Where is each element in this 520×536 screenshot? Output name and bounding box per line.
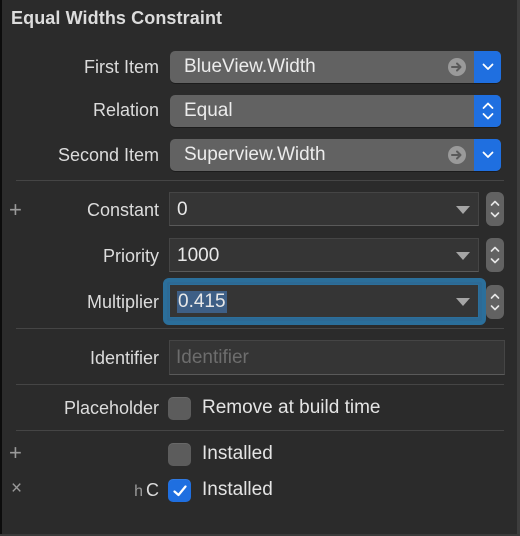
plus-icon[interactable]: + bbox=[9, 199, 22, 221]
priority-stepper[interactable] bbox=[486, 238, 504, 272]
constant-field[interactable]: 0 bbox=[169, 192, 479, 226]
checkmark-icon bbox=[172, 484, 187, 496]
multiplier-field[interactable]: 0.415 bbox=[169, 284, 479, 318]
identifier-label: Identifier bbox=[89, 348, 159, 368]
first-item-popup[interactable]: BlueView.Width bbox=[170, 51, 501, 83]
placeholder-checkbox[interactable] bbox=[168, 397, 191, 420]
size-class-v: C bbox=[146, 480, 159, 500]
priority-label: Priority bbox=[102, 246, 159, 266]
separator bbox=[16, 328, 504, 329]
constant-value: 0 bbox=[177, 199, 188, 220]
placeholder-checkbox-label[interactable]: Remove at build time bbox=[202, 397, 380, 419]
second-item-value: Superview.Width bbox=[184, 144, 326, 165]
identifier-placeholder: Identifier bbox=[176, 347, 249, 368]
close-icon[interactable]: × bbox=[11, 479, 22, 498]
constant-label: Constant bbox=[86, 200, 159, 220]
first-item-value: BlueView.Width bbox=[184, 56, 316, 77]
second-item-label: Second Item bbox=[57, 145, 159, 165]
panel-left-border bbox=[0, 0, 2, 536]
multiplier-stepper[interactable] bbox=[486, 285, 504, 319]
dropdown-triangle-icon[interactable] bbox=[456, 206, 470, 214]
installed-checkbox[interactable] bbox=[168, 443, 191, 466]
dropdown-triangle-icon[interactable] bbox=[456, 252, 470, 260]
separator bbox=[16, 430, 504, 431]
relation-value: Equal bbox=[184, 100, 233, 121]
first-item-label: First Item bbox=[84, 57, 159, 77]
multiplier-label: Multiplier bbox=[86, 292, 159, 312]
installed-size-class-checkbox-label[interactable]: Installed bbox=[202, 479, 273, 501]
relation-label: Relation bbox=[92, 100, 159, 120]
priority-value: 1000 bbox=[177, 245, 220, 266]
identifier-field[interactable]: Identifier bbox=[169, 340, 505, 375]
separator bbox=[16, 384, 504, 385]
installed-checkbox-label[interactable]: Installed bbox=[202, 443, 273, 465]
relation-popup[interactable]: Equal bbox=[170, 95, 501, 127]
arrow-right-circle-icon[interactable] bbox=[448, 146, 466, 164]
separator bbox=[16, 180, 504, 181]
installed-size-class-checkbox[interactable] bbox=[168, 479, 191, 502]
arrow-right-circle-icon[interactable] bbox=[448, 58, 466, 76]
size-class-label: hC bbox=[134, 480, 159, 501]
chevron-up-down-icon[interactable] bbox=[474, 95, 501, 127]
chevron-down-icon[interactable] bbox=[474, 139, 501, 171]
priority-field[interactable]: 1000 bbox=[169, 238, 479, 272]
plus-icon[interactable]: + bbox=[9, 442, 22, 464]
size-class-h: h bbox=[134, 483, 143, 500]
constant-stepper[interactable] bbox=[486, 192, 504, 226]
section-title: Equal Widths Constraint bbox=[11, 8, 223, 28]
dropdown-triangle-icon[interactable] bbox=[456, 298, 470, 306]
second-item-popup[interactable]: Superview.Width bbox=[170, 139, 501, 171]
chevron-down-icon[interactable] bbox=[474, 51, 501, 83]
multiplier-value: 0.415 bbox=[177, 291, 227, 313]
placeholder-label: Placeholder bbox=[63, 398, 159, 418]
